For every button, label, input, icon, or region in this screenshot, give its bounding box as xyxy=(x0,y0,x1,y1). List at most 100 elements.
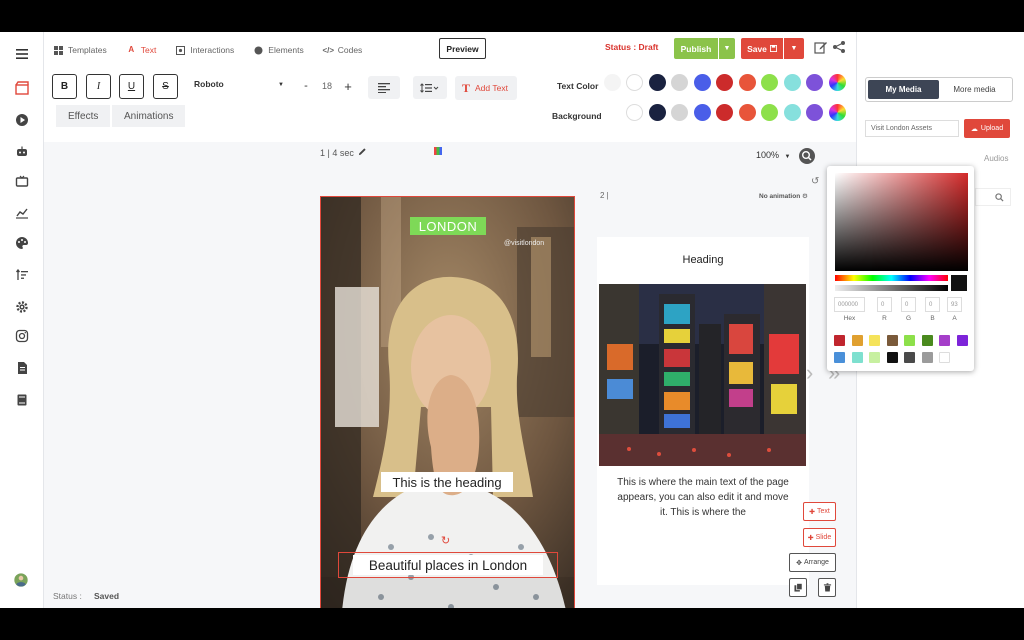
text-color-swatch[interactable] xyxy=(671,74,688,91)
saturation-area[interactable] xyxy=(835,173,968,271)
green-input[interactable]: 0 xyxy=(901,297,916,312)
tab-my-media[interactable]: My Media xyxy=(868,80,939,99)
publish-button[interactable]: Publish xyxy=(674,38,718,59)
background-swatch[interactable] xyxy=(716,104,733,121)
preview-button[interactable]: Preview xyxy=(439,38,486,59)
slide-1[interactable]: LONDON @visitlondon This is the heading … xyxy=(320,196,575,608)
text-color-swatch[interactable] xyxy=(806,74,823,91)
text-color-swatch[interactable] xyxy=(648,74,666,91)
media-search-input[interactable] xyxy=(975,188,1011,206)
picker-swatch[interactable] xyxy=(869,352,880,363)
gear-icon[interactable] xyxy=(12,297,32,317)
picker-swatch[interactable] xyxy=(869,335,880,346)
line-spacing-button[interactable] xyxy=(413,76,447,99)
edit-icon[interactable] xyxy=(814,40,828,54)
book-icon[interactable] xyxy=(12,390,32,410)
tab-elements[interactable]: Elements xyxy=(244,32,313,68)
picker-swatch[interactable] xyxy=(834,352,845,363)
caption-text[interactable]: Beautiful places in London xyxy=(353,555,543,575)
arrange-button[interactable]: ✥ Arrange xyxy=(789,553,836,572)
chevron-right-icon[interactable]: › xyxy=(806,360,813,386)
duplicate-button[interactable] xyxy=(789,578,807,597)
add-slide-button[interactable]: ✚ Slide xyxy=(803,528,836,547)
blue-input[interactable]: 0 xyxy=(925,297,940,312)
hex-input[interactable]: 000000 xyxy=(834,297,865,312)
background-swatch[interactable] xyxy=(806,104,823,121)
underline-button[interactable]: U xyxy=(119,74,144,99)
tab-templates[interactable]: Templates xyxy=(44,32,117,68)
tab-codes[interactable]: </> Codes xyxy=(314,32,373,68)
picker-swatch[interactable] xyxy=(886,352,898,363)
pencil-icon[interactable] xyxy=(358,147,367,158)
color-chip-icon[interactable] xyxy=(434,147,442,155)
play-icon[interactable] xyxy=(12,110,32,130)
no-color-swatch[interactable] xyxy=(604,74,621,91)
tab-effects[interactable]: Effects xyxy=(56,105,111,127)
publish-dropdown-button[interactable]: ▼ xyxy=(719,38,735,59)
undo-icon[interactable]: ↺ xyxy=(811,176,819,187)
font-size-increase[interactable]: + xyxy=(340,77,356,95)
slide-heading-text[interactable]: This is the heading xyxy=(381,472,513,492)
share-icon[interactable] xyxy=(832,40,846,54)
picker-swatch[interactable] xyxy=(851,352,863,363)
asset-select[interactable]: Visit London Assets xyxy=(865,120,959,137)
background-swatch[interactable] xyxy=(648,104,666,121)
background-swatch[interactable] xyxy=(693,104,711,121)
picker-swatch[interactable] xyxy=(904,335,915,346)
document-icon[interactable] xyxy=(12,358,32,378)
tv-icon[interactable] xyxy=(12,172,32,192)
background-swatch[interactable] xyxy=(783,104,801,121)
bold-button[interactable]: B xyxy=(52,74,77,99)
save-dropdown-button[interactable]: ▼ xyxy=(784,38,804,59)
text-color-swatch[interactable] xyxy=(761,74,778,91)
background-swatch[interactable] xyxy=(761,104,778,121)
delete-button[interactable] xyxy=(818,578,836,597)
picker-swatch[interactable] xyxy=(921,335,933,346)
text-color-swatch[interactable] xyxy=(783,74,801,91)
picker-swatch[interactable] xyxy=(834,335,845,346)
clapperboard-icon[interactable] xyxy=(12,78,32,98)
no-animation-setting[interactable]: No animation ⚙ xyxy=(759,192,808,200)
tab-interactions[interactable]: Interactions xyxy=(166,32,244,68)
background-swatch[interactable] xyxy=(738,104,756,121)
text-color-swatch[interactable] xyxy=(626,74,643,91)
zoom-select[interactable]: 100% ▼ xyxy=(756,150,791,160)
text-color-swatch[interactable] xyxy=(738,74,756,91)
background-swatch[interactable] xyxy=(626,104,643,121)
instagram-icon[interactable] xyxy=(12,326,32,346)
custom-color-wheel-icon[interactable] xyxy=(828,104,846,121)
alpha-input[interactable]: 93 xyxy=(947,297,962,312)
london-badge[interactable]: LONDON xyxy=(410,217,486,235)
picker-swatch[interactable] xyxy=(886,335,898,346)
picker-swatch[interactable] xyxy=(851,335,863,346)
picker-swatch[interactable] xyxy=(939,352,950,363)
picker-swatch[interactable] xyxy=(939,335,950,346)
palette-icon[interactable] xyxy=(12,233,32,253)
picker-swatch[interactable] xyxy=(904,352,915,363)
tab-audios[interactable]: Audios xyxy=(984,154,1008,163)
slide2-body-text[interactable]: This is where the main text of the page … xyxy=(617,475,789,520)
times-square-photo[interactable] xyxy=(599,284,806,466)
italic-button[interactable]: I xyxy=(86,74,111,99)
strikethrough-button[interactable]: S xyxy=(153,74,178,99)
add-text-button[interactable]: T Add Text xyxy=(455,76,517,100)
background-swatch[interactable] xyxy=(671,104,688,121)
font-size-decrease[interactable]: - xyxy=(298,77,314,95)
hamburger-menu-icon[interactable] xyxy=(12,44,32,64)
rotate-handle-icon[interactable]: ↻ xyxy=(441,534,450,547)
save-button[interactable]: Save xyxy=(741,38,783,59)
red-input[interactable]: 0 xyxy=(877,297,892,312)
add-text-slide-button[interactable]: ✚ Text xyxy=(803,502,836,521)
slide2-heading[interactable]: Heading xyxy=(597,254,809,266)
font-size-value[interactable]: 18 xyxy=(316,77,338,95)
font-family-select[interactable]: Roboto ▼ xyxy=(194,79,284,95)
tab-animations[interactable]: Animations xyxy=(112,105,186,127)
robot-icon[interactable] xyxy=(12,142,32,162)
text-color-swatch[interactable] xyxy=(716,74,733,91)
picker-swatch[interactable] xyxy=(921,352,933,363)
tab-text[interactable]: A Text xyxy=(116,32,167,68)
zoom-button[interactable] xyxy=(799,148,815,164)
align-left-button[interactable] xyxy=(368,76,400,99)
tab-more-media[interactable]: More media xyxy=(939,80,1010,99)
handle-text[interactable]: @visitlondon xyxy=(504,240,544,247)
